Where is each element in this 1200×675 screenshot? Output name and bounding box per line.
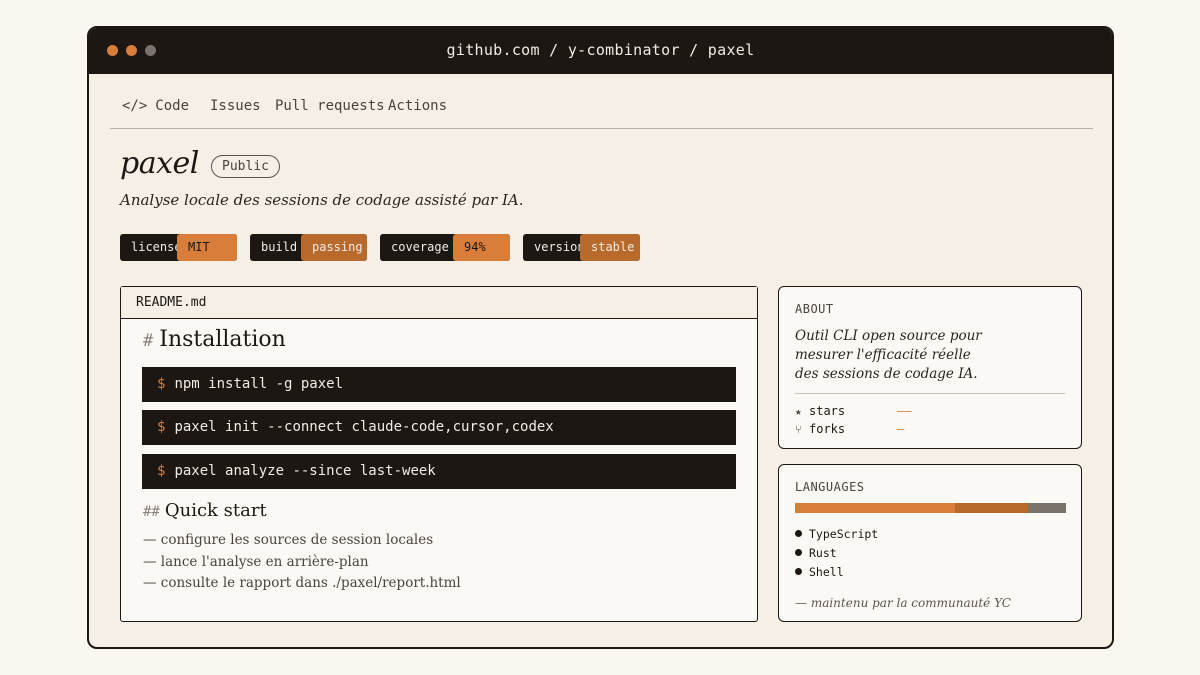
- divider: [795, 393, 1065, 394]
- command-text: paxel init --connect claude-code,cursor,…: [174, 419, 554, 435]
- prompt-symbol: $: [157, 463, 166, 479]
- bullet-icon: [795, 549, 802, 556]
- stars-stat[interactable]: ★ stars ——: [795, 404, 911, 418]
- readme-panel: README.md # Installation $ npm install -g …: [120, 286, 758, 622]
- badge-label: version: [534, 240, 580, 254]
- language-item: TypeScript: [795, 527, 878, 541]
- badge-coverage[interactable]: coverage 94%: [380, 234, 510, 261]
- heading-hash: #: [143, 331, 154, 351]
- list-item: — configure les sources de session local…: [143, 532, 434, 548]
- window-title: github.com / y-combinator / paxel: [446, 41, 755, 59]
- badge-label: coverage: [391, 240, 449, 254]
- tab-actions[interactable]: Actions: [388, 98, 447, 114]
- badge-label: license: [131, 240, 177, 254]
- language-name: Shell: [809, 565, 844, 579]
- about-title: ABOUT: [795, 302, 834, 316]
- tab-code[interactable]: </> Code: [122, 98, 189, 114]
- tab-pull-requests[interactable]: Pull requests: [275, 98, 385, 114]
- visibility-badge: Public: [211, 155, 280, 178]
- repo-nav: </> Code Issues Pull requests Actions: [110, 74, 1093, 129]
- language-item: Rust: [795, 546, 837, 560]
- about-line: Outil CLI open source pour: [795, 328, 982, 344]
- code-icon: </>: [122, 98, 148, 114]
- forks-value: —: [897, 422, 905, 436]
- languages-card: LANGUAGES TypeScript Rust Shell — mainte…: [778, 464, 1082, 622]
- star-icon: ★: [795, 405, 802, 418]
- list-item: — lance l'analyse en arrière-plan: [143, 554, 369, 570]
- maintained-by: — maintenu par la communauté YC: [795, 596, 1011, 610]
- tab-code-label: Code: [155, 98, 190, 114]
- language-bar-segment: [795, 503, 955, 513]
- language-bar-segment: [1028, 503, 1066, 513]
- bullet-icon: [795, 530, 802, 537]
- readme-filename: README.md: [121, 287, 757, 319]
- language-item: Shell: [795, 565, 844, 579]
- code-block[interactable]: $ paxel analyze --since last-week: [142, 454, 736, 489]
- badge-value: passing: [301, 234, 367, 261]
- badge-build[interactable]: build passing: [250, 234, 367, 261]
- forks-stat[interactable]: ⑂ forks —: [795, 422, 904, 436]
- readme-heading-quick-start: ## Quick start: [143, 500, 267, 521]
- command-text: paxel analyze --since last-week: [174, 463, 436, 479]
- badge-value: 94%: [453, 234, 510, 261]
- list-item: — consulte le rapport dans ./paxel/repor…: [143, 575, 461, 591]
- badge-label: build: [261, 240, 298, 254]
- badge-value: MIT: [177, 234, 237, 261]
- readme-heading-installation: # Installation: [143, 327, 286, 352]
- language-name: Rust: [809, 546, 837, 560]
- badge-version[interactable]: version stable: [523, 234, 640, 261]
- fork-icon: ⑂: [795, 423, 802, 436]
- heading-text: Installation: [159, 327, 286, 352]
- heading-text: Quick start: [164, 500, 267, 521]
- heading-hash: ##: [143, 504, 160, 520]
- code-block[interactable]: $ npm install -g paxel: [142, 367, 736, 402]
- repo-description: Analyse locale des sessions de codage as…: [120, 191, 524, 209]
- prompt-symbol: $: [157, 376, 166, 392]
- badge-license[interactable]: license MIT: [120, 234, 237, 261]
- language-bar-segment: [954, 503, 1029, 513]
- title-bar: github.com / y-combinator / paxel: [89, 28, 1112, 74]
- badge-value: stable: [580, 234, 640, 261]
- language-bar: [795, 503, 1066, 513]
- about-line: mesurer l'efficacité réelle: [795, 347, 971, 363]
- command-text: npm install -g paxel: [174, 376, 344, 392]
- stars-label: stars: [809, 404, 846, 418]
- about-line: des sessions de codage IA.: [795, 366, 978, 382]
- about-card: ABOUT Outil CLI open source pour mesurer…: [778, 286, 1082, 449]
- about-description: Outil CLI open source pour mesurer l'eff…: [795, 327, 1065, 384]
- repo-name: paxel: [120, 146, 199, 181]
- prompt-symbol: $: [157, 419, 166, 435]
- forks-label: forks: [809, 422, 846, 436]
- browser-window: github.com / y-combinator / paxel </> Cod…: [87, 26, 1114, 649]
- languages-title: LANGUAGES: [795, 480, 865, 494]
- stars-value: ——: [897, 404, 912, 418]
- language-name: TypeScript: [809, 527, 879, 541]
- code-block[interactable]: $ paxel init --connect claude-code,cursor…: [142, 410, 736, 445]
- tab-issues[interactable]: Issues: [210, 98, 261, 114]
- bullet-icon: [795, 568, 802, 575]
